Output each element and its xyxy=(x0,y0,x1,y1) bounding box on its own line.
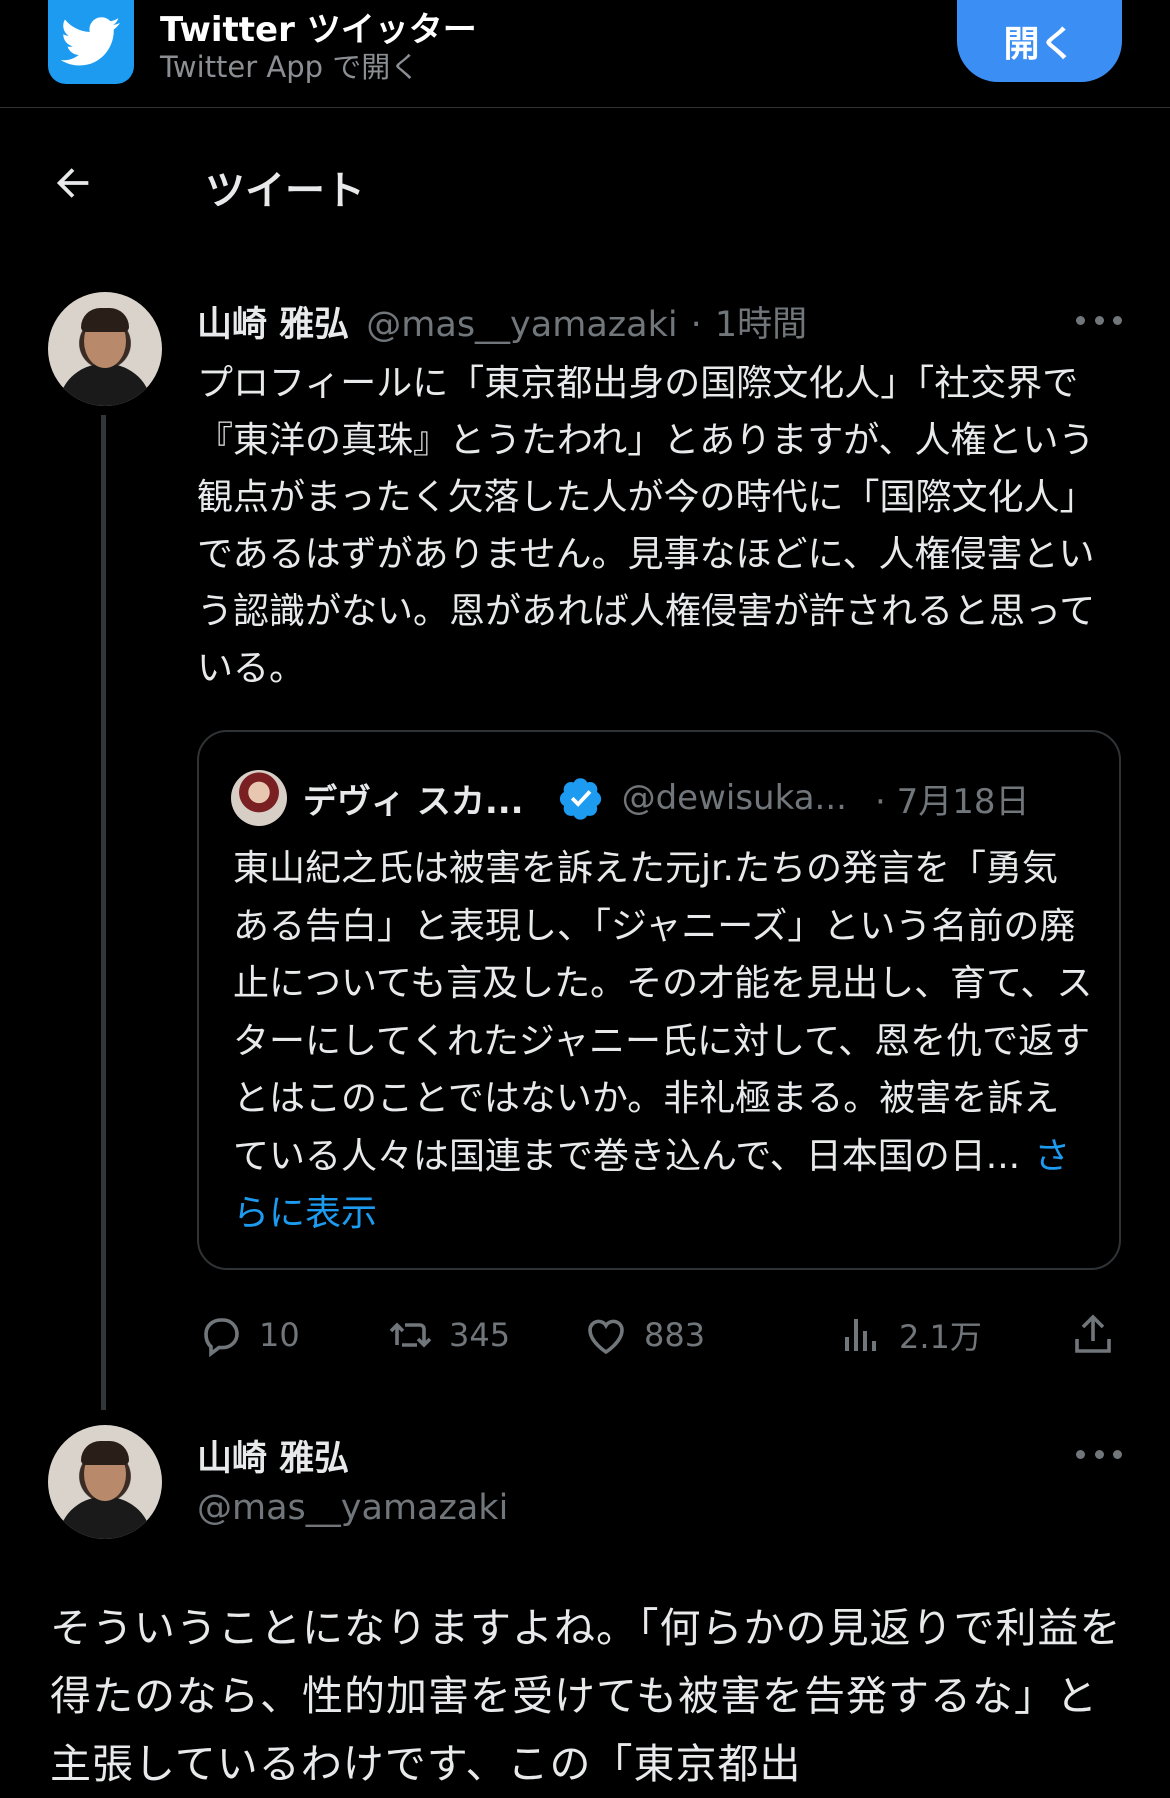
retweet-button[interactable]: 345 xyxy=(387,1300,510,1370)
app-banner: Twitter ツイッター Twitter App で開く 開く xyxy=(0,0,1170,108)
quoted-author-name: デヴィ スカ... xyxy=(303,781,524,822)
reply-button[interactable]: 10 xyxy=(197,1300,300,1370)
quoted-text: 東山紀之氏は被害を訴えた元jr.たちの発言を「勇気ある告白」と表現し、「ジャニー… xyxy=(233,848,1093,1177)
back-arrow-icon[interactable] xyxy=(50,160,96,206)
quoted-avatar xyxy=(231,770,287,826)
avatar[interactable] xyxy=(48,1425,162,1539)
author-name[interactable]: 山崎 雅弘 xyxy=(197,305,349,345)
quoted-date: · 7月18日 xyxy=(874,781,1030,822)
tweet-header: 山崎 雅弘 @mas__yamazaki · 1時間 xyxy=(197,296,807,347)
verified-badge-icon xyxy=(559,778,601,820)
author-handle[interactable]: @mas__yamazaki xyxy=(197,1488,508,1528)
quoted-text-block: 東山紀之氏は被害を訴えた元jr.たちの発言を「勇気ある告白」と表現し、「ジャニー… xyxy=(233,840,1093,1243)
heart-icon xyxy=(588,1319,624,1355)
author-handle[interactable]: @mas__yamazaki xyxy=(366,305,677,345)
quoted-author-handle: @dewisuka... xyxy=(621,778,847,818)
thread-connector xyxy=(101,415,106,1410)
share-icon xyxy=(1075,1314,1111,1353)
tweet-text: プロフィールに「東京都出身の国際文化人」「社交界で『東洋の真珠』とうたわれ」とあ… xyxy=(197,363,1096,689)
quoted-header: デヴィ スカ... @dewisuka... · 7月18日 xyxy=(303,770,1029,826)
separator-dot: · xyxy=(690,305,702,345)
app-subtitle: Twitter App で開く xyxy=(160,50,420,84)
avatar[interactable] xyxy=(48,292,162,406)
more-options-icon[interactable] xyxy=(1076,314,1122,326)
analytics-icon xyxy=(845,1319,876,1351)
tweet-time[interactable]: 1時間 xyxy=(715,305,807,345)
tweet-text: そういうことになりますよね。「何らかの見返りで利益を得たのなら、性的加害を受けて… xyxy=(50,1604,1122,1788)
quoted-tweet[interactable]: デヴィ スカ... @dewisuka... · 7月18日 東山紀之氏は被害を… xyxy=(197,730,1121,1270)
retweet-count: 345 xyxy=(449,1316,511,1354)
open-app-button[interactable]: 開く xyxy=(957,0,1122,82)
author-name[interactable]: 山崎 雅弘 xyxy=(197,1430,349,1481)
like-button[interactable]: 883 xyxy=(582,1300,705,1370)
reply-count: 10 xyxy=(259,1316,300,1354)
view-count: 2.1万 xyxy=(899,1318,982,1356)
twitter-bird-icon[interactable] xyxy=(48,0,134,84)
like-count: 883 xyxy=(644,1316,706,1354)
more-options-icon[interactable] xyxy=(1076,1448,1122,1460)
reply-icon xyxy=(204,1318,239,1358)
views-button[interactable]: 2.1万 xyxy=(837,1300,982,1370)
tweet-actions: 10 345 883 2.1万 xyxy=(197,1300,1127,1370)
share-button[interactable] xyxy=(1069,1300,1131,1370)
page-title: ツイート xyxy=(205,168,365,214)
retweet-icon xyxy=(389,1322,432,1348)
